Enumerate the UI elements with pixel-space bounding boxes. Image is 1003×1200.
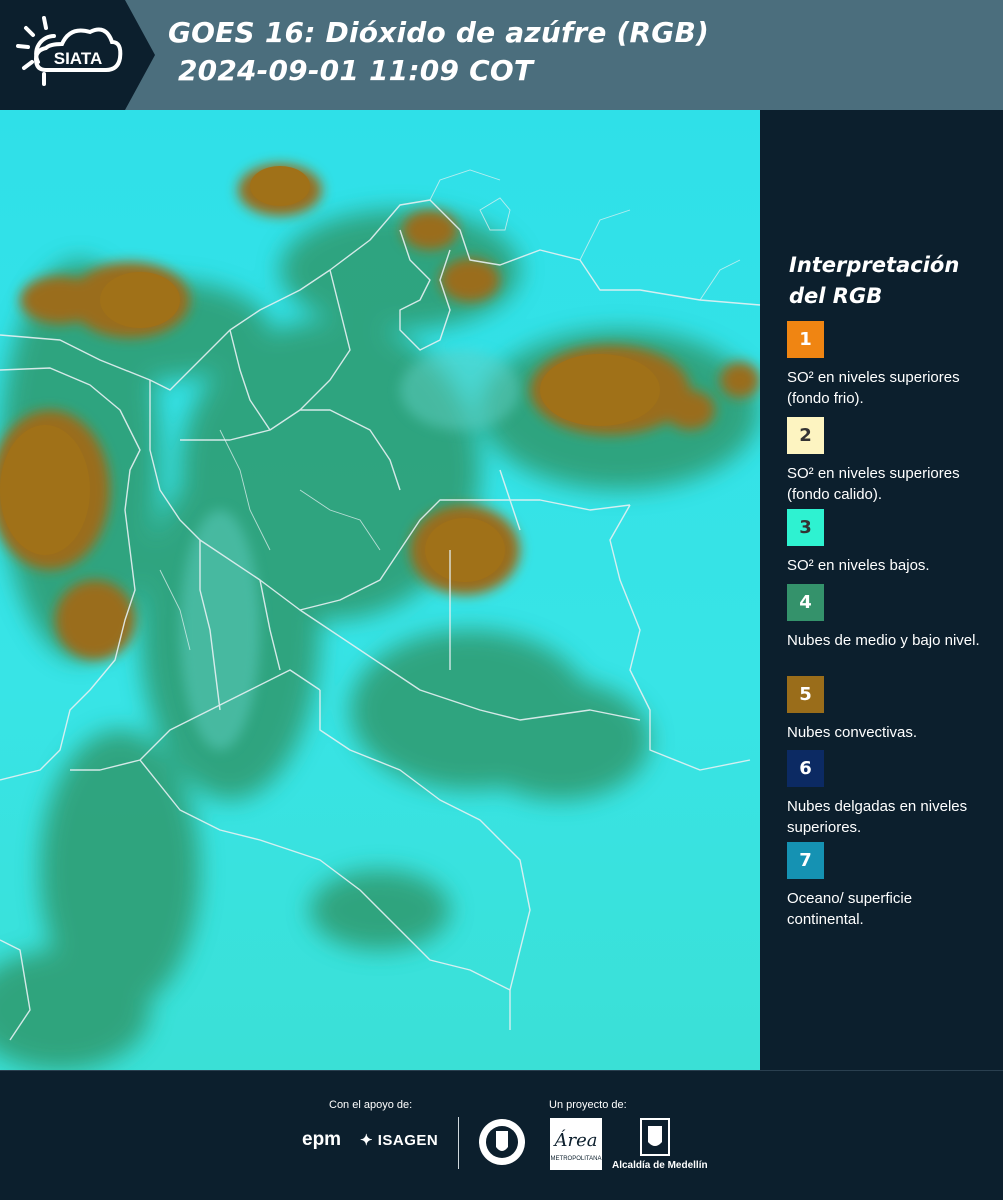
medellin-seal-icon bbox=[479, 1119, 525, 1165]
svg-text:METROPOLITANA: METROPOLITANA bbox=[551, 1156, 602, 1162]
footer-divider bbox=[458, 1117, 459, 1169]
legend-swatch-2: 2 bbox=[787, 417, 824, 454]
page-title: GOES 16: Dióxido de azúfre (RGB) 2024-09… bbox=[168, 14, 709, 90]
legend-item-1: 1 SO² en niveles superiores (fondo frio)… bbox=[787, 321, 987, 409]
legend-label-1: SO² en niveles superiores (fondo frio). bbox=[787, 369, 960, 407]
legend-title: Interpretación del RGB bbox=[789, 253, 960, 308]
legend-label-7: Oceano/ superficie continental. bbox=[787, 890, 913, 928]
title-line-2: 2024-09-01 11:09 COT bbox=[168, 54, 534, 87]
legend-label-3: SO² en niveles bajos. bbox=[787, 557, 930, 574]
legend-item-4: 4 Nubes de medio y bajo nivel. bbox=[787, 584, 987, 651]
header: SIATA GOES 16: Dióxido de azúfre (RGB) 2… bbox=[0, 0, 1003, 110]
legend-item-6: 6 Nubes delgadas en niveles superiores. bbox=[787, 750, 987, 838]
legend-swatch-4: 4 bbox=[787, 584, 824, 621]
legend-item-3: 3 SO² en niveles bajos. bbox=[787, 509, 987, 576]
legend-swatch-5: 5 bbox=[787, 676, 824, 713]
legend-label-4: Nubes de medio y bajo nivel. bbox=[787, 632, 980, 649]
legend-item-7: 7 Oceano/ superficie continental. bbox=[787, 842, 987, 930]
legend-swatch-6: 6 bbox=[787, 750, 824, 787]
support-label: Con el apoyo de: bbox=[329, 1099, 413, 1111]
legend-item-2: 2 SO² en niveles superiores (fondo calid… bbox=[787, 417, 987, 505]
legend-swatch-7: 7 bbox=[787, 842, 824, 879]
isagen-logo: ✦ ISAGEN bbox=[360, 1131, 438, 1149]
epm-logo: epm bbox=[302, 1129, 342, 1150]
satellite-map[interactable] bbox=[0, 110, 760, 1070]
area-metropolitana-logo: Área METROPOLITANA bbox=[550, 1118, 602, 1170]
legend-label-2: SO² en niveles superiores (fondo calido)… bbox=[787, 465, 960, 503]
siata-logo: SIATA bbox=[14, 14, 130, 98]
legend-label-6: Nubes delgadas en niveles superiores. bbox=[787, 798, 968, 836]
isagen-mark-icon: ✦ bbox=[360, 1132, 374, 1149]
title-line-1: GOES 16: Dióxido de azúfre (RGB) bbox=[168, 16, 710, 49]
project-label: Un proyecto de: bbox=[549, 1099, 627, 1111]
svg-text:Área: Área bbox=[553, 1128, 598, 1151]
legend-swatch-3: 3 bbox=[787, 509, 824, 546]
alcaldia-label: Alcaldía de Medellín bbox=[612, 1160, 708, 1171]
legend-label-5: Nubes convectivas. bbox=[787, 724, 918, 741]
isagen-label: ISAGEN bbox=[377, 1132, 439, 1149]
legend-panel: Interpretación del RGB 1 SO² en niveles … bbox=[760, 110, 1003, 1070]
alcaldia-shield-icon bbox=[640, 1118, 670, 1156]
svg-text:SIATA: SIATA bbox=[54, 49, 102, 68]
legend-swatch-1: 1 bbox=[787, 321, 824, 358]
legend-item-5: 5 Nubes convectivas. bbox=[787, 676, 987, 743]
footer: Con el apoyo de: Un proyecto de: epm ✦ I… bbox=[0, 1070, 1003, 1200]
